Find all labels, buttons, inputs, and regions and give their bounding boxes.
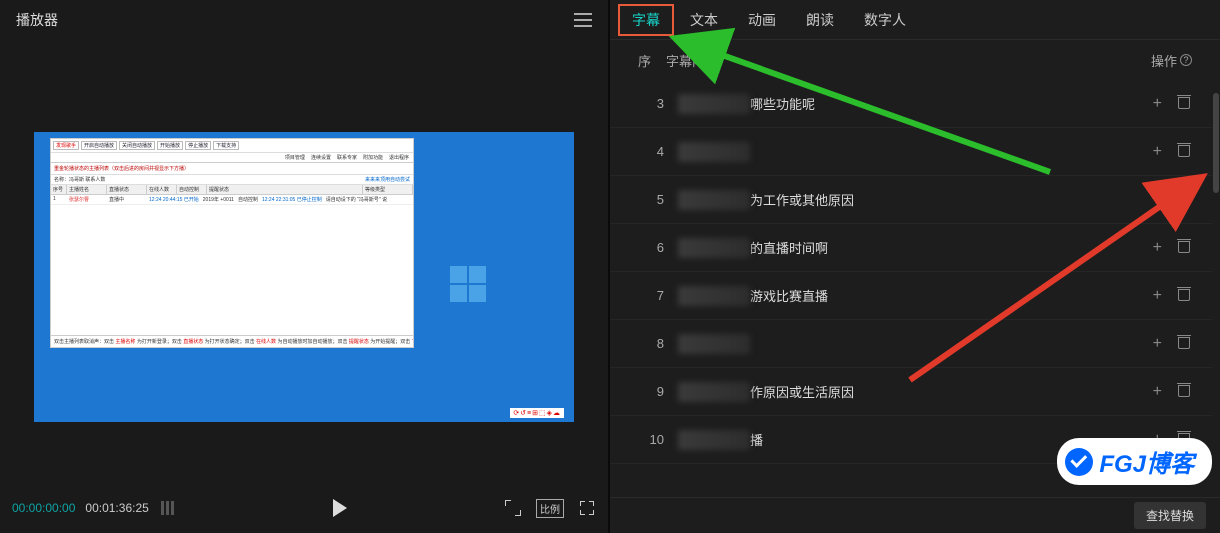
trash-icon[interactable] (1178, 95, 1190, 109)
tab-text[interactable]: 文本 (676, 4, 732, 36)
subtitle-index: 3 (634, 96, 664, 111)
add-icon[interactable]: + (1153, 95, 1162, 113)
watermark-badge: FGJ博客 (1057, 438, 1212, 485)
player-panel: 播放器 发现歌手 开启自动播放 关闭自动播放 开始播放 停止播放 下载支持 项目… (0, 0, 610, 533)
find-replace-button[interactable]: 查找替换 (1134, 502, 1206, 529)
columns-icon[interactable] (159, 499, 177, 517)
time-total: 00:01:36:25 (85, 501, 148, 515)
tab-avatar[interactable]: 数字人 (850, 4, 920, 36)
play-button[interactable] (328, 499, 352, 517)
trash-icon[interactable] (1178, 239, 1190, 253)
add-icon[interactable]: + (1153, 143, 1162, 161)
header-content: 字幕内容 (666, 51, 718, 70)
subtitle-row[interactable]: 7 游戏比赛直播 + (610, 272, 1220, 320)
subtitle-panel: 字幕 文本 动画 朗读 数字人 序 字幕内容 操作 ? 3哪些功能呢+4+5为工… (610, 0, 1220, 533)
subtitle-blurred-prefix (678, 190, 750, 210)
tab-animation[interactable]: 动画 (734, 4, 790, 36)
subtitle-index: 7 (634, 288, 664, 303)
trash-icon[interactable] (1178, 335, 1190, 349)
ratio-button[interactable]: 比例 (536, 499, 564, 518)
add-icon[interactable]: + (1153, 287, 1162, 305)
menu-icon[interactable] (574, 13, 592, 27)
trash-icon[interactable] (1178, 383, 1190, 397)
add-icon[interactable]: + (1153, 335, 1162, 353)
time-current: 00:00:00:00 (12, 501, 75, 515)
add-icon[interactable]: + (1153, 191, 1162, 209)
fullscreen-icon[interactable] (578, 499, 596, 517)
subtitle-blurred-prefix (678, 142, 750, 162)
subtitle-blurred-prefix (678, 334, 750, 354)
subtitle-text: 的直播时间啊 (750, 238, 828, 257)
subtitle-row[interactable]: 3 哪些功能呢 + (610, 80, 1220, 128)
subtitle-row[interactable]: 4+ (610, 128, 1220, 176)
subtitle-row[interactable]: 6 的直播时间啊 + (610, 224, 1220, 272)
add-icon[interactable]: + (1153, 239, 1162, 257)
subtitle-row[interactable]: 5 为工作或其他原因 + (610, 176, 1220, 224)
list-header: 序 字幕内容 操作 ? (610, 40, 1220, 80)
video-frame: 发现歌手 开启自动播放 关闭自动播放 开始播放 停止播放 下载支持 项目管理 连… (34, 132, 574, 422)
video-area: 发现歌手 开启自动播放 关闭自动播放 开始播放 停止播放 下载支持 项目管理 连… (0, 40, 608, 483)
player-title: 播放器 (16, 10, 58, 30)
subtitle-row[interactable]: 8+ (610, 320, 1220, 368)
add-icon[interactable]: + (1153, 383, 1162, 401)
subtitle-blurred-prefix (678, 430, 750, 450)
header-ops: 操作 (1151, 51, 1177, 70)
subtitle-index: 8 (634, 336, 664, 351)
taskbar-badge: ⟳↺≡⊞⬚◈☁ (510, 408, 564, 418)
windows-start-icon (450, 266, 486, 302)
trash-icon[interactable] (1178, 143, 1190, 157)
subtitle-blurred-prefix (678, 94, 750, 114)
embedded-app-window: 发现歌手 开启自动播放 关闭自动播放 开始播放 停止播放 下载支持 项目管理 连… (50, 138, 414, 348)
subtitle-blurred-prefix (678, 238, 750, 258)
subtitle-index: 10 (634, 432, 664, 447)
tabs-row: 字幕 文本 动画 朗读 数字人 (610, 0, 1220, 40)
subtitle-text: 为工作或其他原因 (750, 190, 854, 209)
scroll-thumb[interactable] (1213, 93, 1219, 193)
subtitle-index: 4 (634, 144, 664, 159)
tab-subtitle[interactable]: 字幕 (618, 4, 674, 36)
check-icon (1065, 448, 1093, 476)
header-seq: 序 (638, 51, 666, 70)
subtitle-index: 6 (634, 240, 664, 255)
trash-icon[interactable] (1178, 191, 1190, 205)
subtitle-blurred-prefix (678, 286, 750, 306)
player-controls: 00:00:00:00 00:01:36:25 比例 (0, 483, 608, 533)
subtitle-text: 游戏比赛直播 (750, 286, 828, 305)
crop-icon[interactable] (504, 499, 522, 517)
trash-icon[interactable] (1178, 287, 1190, 301)
player-header: 播放器 (0, 0, 608, 40)
subtitle-blurred-prefix (678, 382, 750, 402)
scrollbar[interactable] (1212, 85, 1220, 495)
subtitle-list: 3哪些功能呢+4+5为工作或其他原因+6的直播时间啊+7游戏比赛直播+8+9作原… (610, 80, 1220, 497)
subtitle-text: 播 (750, 430, 763, 449)
watermark-text: FGJ博客 (1099, 444, 1194, 479)
subtitle-index: 9 (634, 384, 664, 399)
subtitle-index: 5 (634, 192, 664, 207)
subtitle-row[interactable]: 9 作原因或生活原因 + (610, 368, 1220, 416)
subtitle-text: 哪些功能呢 (750, 94, 815, 113)
bottom-bar: 查找替换 (610, 497, 1220, 533)
tab-read[interactable]: 朗读 (792, 4, 848, 36)
help-icon[interactable]: ? (1180, 54, 1192, 66)
subtitle-text: 作原因或生活原因 (750, 382, 854, 401)
